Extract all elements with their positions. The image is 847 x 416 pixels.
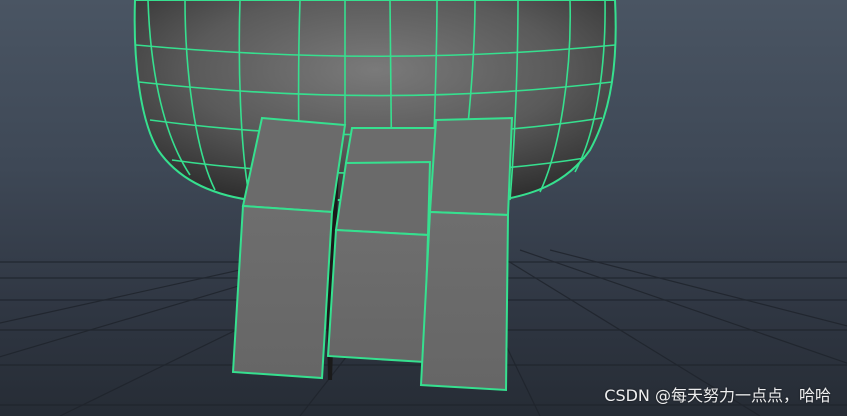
maya-viewport[interactable]: CSDN @每天努力一点点，哈哈 [0,0,847,416]
viewport-scene[interactable] [0,0,847,416]
watermark-text: CSDN @每天努力一点点，哈哈 [604,386,831,405]
right-leg[interactable] [419,116,514,392]
